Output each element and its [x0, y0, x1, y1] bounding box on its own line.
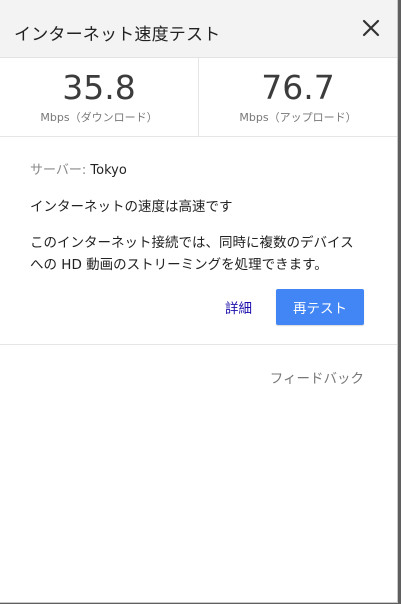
details-link[interactable]: 詳細	[225, 297, 252, 317]
result-info: サーバー: Tokyo インターネットの速度は高速です このインターネット接続で…	[0, 137, 397, 345]
download-speed: 35.8 Mbps（ダウンロード）	[0, 58, 198, 136]
download-speed-unit: Mbps（ダウンロード）	[40, 111, 158, 124]
page-title: インターネット速度テスト	[14, 25, 221, 45]
server-info: サーバー: Tokyo	[30, 137, 367, 178]
speed-test-card: インターネット速度テスト 35.8 Mbps（ダウンロード） 76.7 Mbps…	[0, 0, 398, 603]
description-line-2: への HD 動画のストリーミングを処理できます。	[30, 257, 328, 273]
server-label: サーバー:	[30, 163, 91, 178]
download-speed-value: 35.8	[62, 68, 136, 107]
feedback-link[interactable]: フィードバック	[270, 367, 364, 387]
description-line-1: このインターネット接続では、同時に複数のデバイス	[30, 235, 354, 251]
retest-button[interactable]: 再テスト	[276, 289, 364, 325]
upload-speed-value: 76.7	[261, 68, 335, 107]
header: インターネット速度テスト	[0, 0, 397, 58]
speed-results: 35.8 Mbps（ダウンロード） 76.7 Mbps（アップロード）	[0, 58, 397, 137]
upload-speed-unit: Mbps（アップロード）	[239, 111, 357, 124]
speed-status: インターネットの速度は高速です	[30, 199, 233, 215]
actions: 詳細 再テスト	[225, 289, 364, 325]
speed-description: このインターネット接続では、同時に複数のデバイス への HD 動画のストリーミン…	[30, 232, 367, 276]
server-name: Tokyo	[90, 163, 127, 178]
close-icon[interactable]	[361, 18, 381, 38]
upload-speed: 76.7 Mbps（アップロード）	[198, 58, 397, 136]
